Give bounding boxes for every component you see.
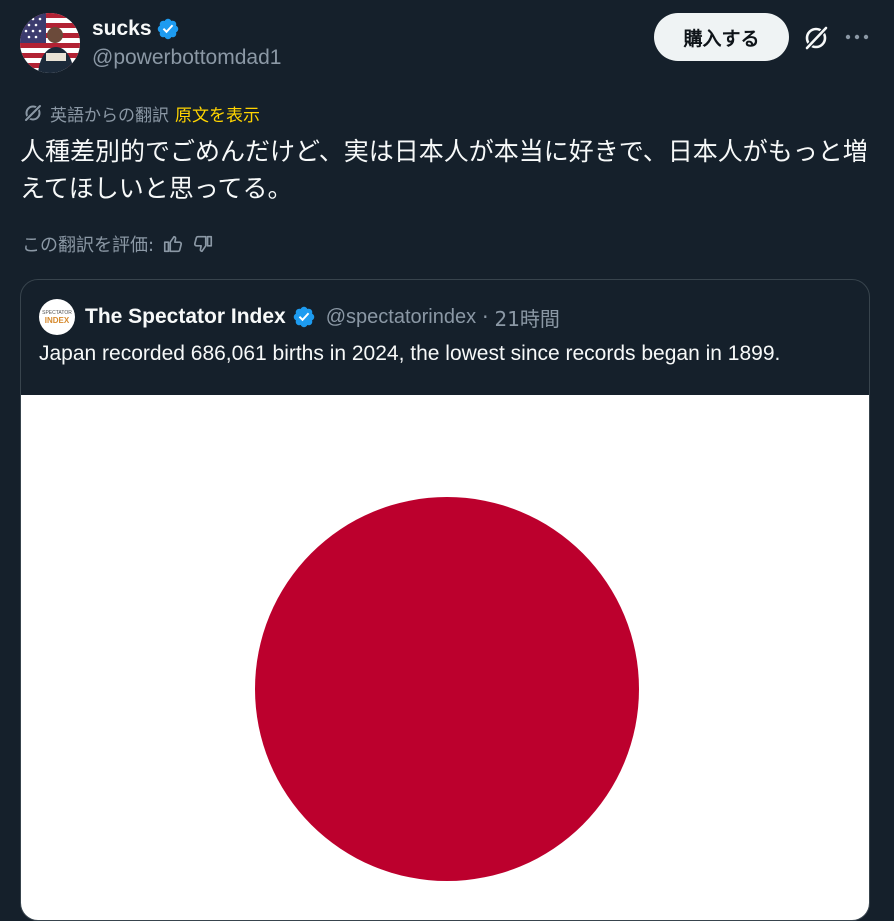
translation-label: 英語からの翻訳 [50, 105, 169, 126]
show-original-link[interactable]: 原文を表示 [175, 101, 260, 126]
buy-button[interactable]: 購入する [654, 13, 789, 61]
quoted-separator: · [482, 305, 489, 329]
translation-notice: 英語からの翻訳 原文を表示 [22, 100, 260, 126]
quoted-author-handle[interactable]: @spectatorindex [326, 306, 476, 329]
thumbs-up-icon[interactable] [162, 233, 184, 255]
author-handle[interactable]: @powerbottomdad1 [92, 46, 281, 70]
author-name-row[interactable]: sucks [92, 14, 180, 44]
thumbs-down-icon[interactable] [192, 233, 214, 255]
japan-flag-image[interactable] [21, 395, 869, 920]
author-display-name[interactable]: sucks [92, 17, 152, 41]
rate-translation-label: この翻訳を評価: [22, 235, 155, 256]
verified-badge-icon [293, 306, 314, 328]
more-icon[interactable] [843, 23, 871, 51]
quoted-tweet-text: Japan recorded 686,061 births in 2024, t… [39, 342, 781, 365]
author-avatar[interactable] [20, 13, 80, 73]
translate-icon [23, 103, 43, 123]
rate-translation-row: この翻訳を評価: [22, 230, 214, 258]
quoted-timestamp[interactable]: 21時間 [494, 303, 559, 332]
quoted-tweet-card[interactable]: SPECTATOR INDEX The Spectator Index @spe… [20, 279, 870, 921]
avatar-flag-photo [20, 13, 80, 73]
quoted-author-avatar[interactable]: SPECTATOR INDEX [39, 299, 75, 335]
tweet-text: 人種差別的でごめんだけど、実は日本人が本当に好きで、日本人がもっと増えてほしいと… [20, 137, 868, 203]
grok-icon[interactable] [801, 23, 831, 53]
flag-red-disc [255, 497, 639, 881]
quoted-avatar-text-bottom: INDEX [44, 315, 70, 325]
verified-badge-icon [157, 18, 178, 40]
quoted-author-display-name[interactable]: The Spectator Index [85, 305, 286, 329]
quoted-tweet-header: SPECTATOR INDEX The Spectator Index @spe… [39, 298, 560, 336]
